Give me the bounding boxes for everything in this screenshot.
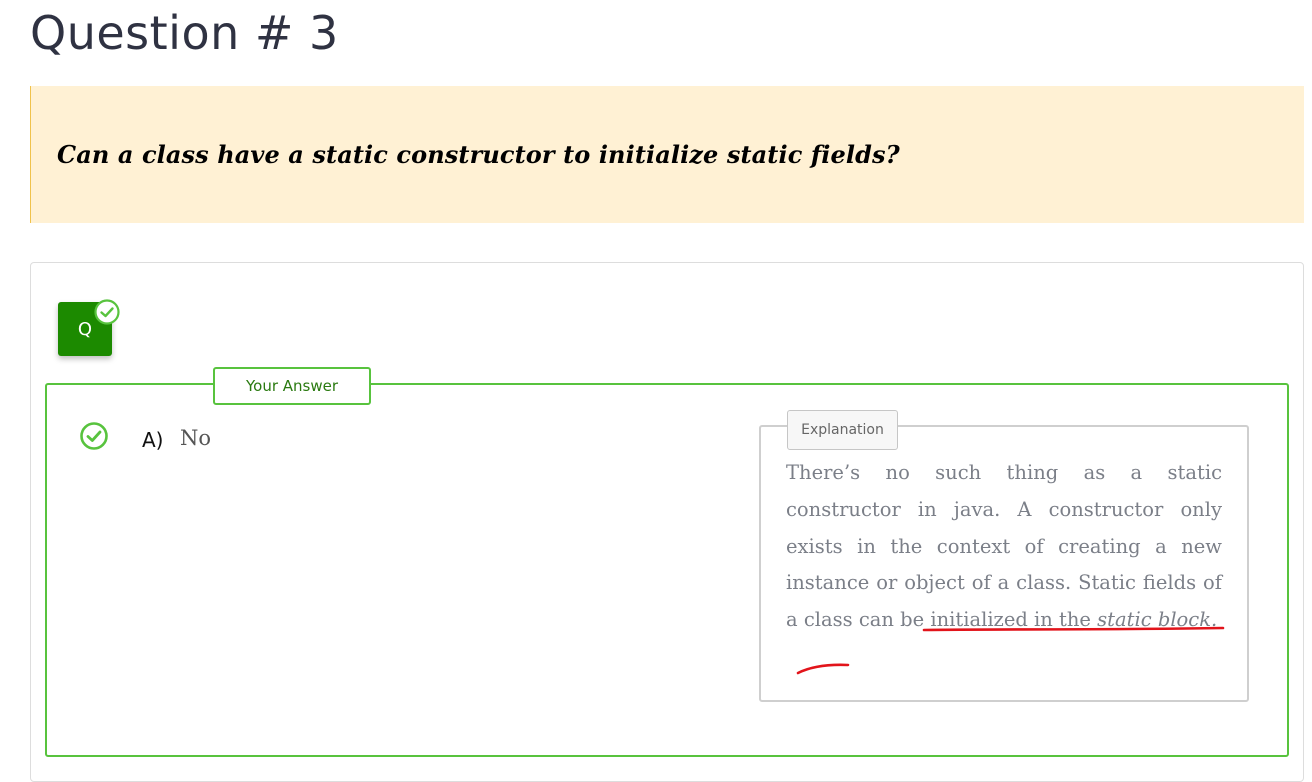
explanation-text: There’s no such thing as a static constr… [786,455,1222,639]
question-text: Can a class have a static constructor to… [57,140,900,169]
your-answer-tag: Your Answer [213,367,371,405]
check-circle-icon [80,422,108,450]
your-answer-label: Your Answer [245,377,339,395]
question-badge-label: Q [77,318,93,340]
explanation-text-main: There’s no such thing as a static constr… [786,461,1222,632]
explanation-tag: Explanation [787,410,898,450]
explanation-text-emphasis: static block. [1097,608,1218,632]
answer-option-text: No [180,426,212,450]
check-circle-icon [94,299,120,325]
answer-option-letter: A) [142,428,164,452]
question-box: Can a class have a static constructor to… [30,86,1304,223]
explanation-label: Explanation [801,422,884,438]
page-title: Question # 3 [30,6,339,60]
